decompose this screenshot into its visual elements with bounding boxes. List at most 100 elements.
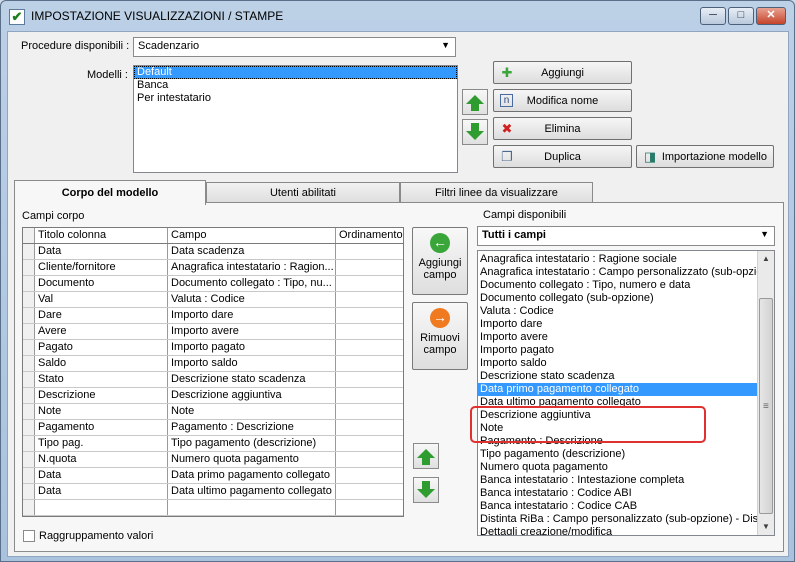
table-row[interactable]: [23, 500, 403, 516]
list-item[interactable]: Banca intestatario : Codice ABI: [478, 487, 774, 500]
list-item[interactable]: Valuta : Codice: [478, 305, 774, 318]
list-item[interactable]: Descrizione stato scadenza: [478, 370, 774, 383]
table-row[interactable]: Note Note: [23, 404, 403, 420]
table-row[interactable]: Documento Documento collegato : Tipo, nu.…: [23, 276, 403, 292]
duplica-button[interactable]: ❐ Duplica: [493, 145, 632, 168]
table-row[interactable]: Pagamento Pagamento : Descrizione: [23, 420, 403, 436]
cell-titolo[interactable]: N.quota: [35, 452, 168, 467]
modelli-item[interactable]: Per intestatario: [134, 92, 457, 105]
list-item[interactable]: Documento collegato (sub-opzione): [478, 292, 774, 305]
column-header-titolo[interactable]: Titolo colonna: [35, 228, 168, 243]
campi-corpo-grid[interactable]: Titolo colonna Campo Ordinamento Data Dat…: [22, 227, 404, 517]
scroll-up-icon[interactable]: ▲: [758, 251, 774, 267]
row-selector[interactable]: [23, 244, 35, 259]
title-bar[interactable]: ✔ IMPOSTAZIONE VISUALIZZAZIONI / STAMPE …: [1, 1, 794, 31]
cell-ordinamento[interactable]: [336, 500, 403, 515]
list-item[interactable]: Documento collegato : Tipo, numero e dat…: [478, 279, 774, 292]
cell-titolo[interactable]: Note: [35, 404, 168, 419]
cell-titolo[interactable]: Data: [35, 484, 168, 499]
cell-titolo[interactable]: Avere: [35, 324, 168, 339]
tab-corpo-del-modello[interactable]: Corpo del modello: [14, 180, 206, 205]
campi-disponibili-list[interactable]: Anagrafica intestatario : Ragione social…: [477, 250, 775, 536]
row-selector[interactable]: [23, 452, 35, 467]
cell-campo[interactable]: Data primo pagamento collegato: [168, 468, 336, 483]
list-item[interactable]: Importo pagato: [478, 344, 774, 357]
row-selector[interactable]: [23, 484, 35, 499]
cell-ordinamento[interactable]: [336, 372, 403, 387]
table-row[interactable]: Saldo Importo saldo: [23, 356, 403, 372]
row-selector[interactable]: [23, 404, 35, 419]
row-selector[interactable]: [23, 500, 35, 515]
cell-campo[interactable]: Data ultimo pagamento collegato: [168, 484, 336, 499]
cell-campo[interactable]: Numero quota pagamento: [168, 452, 336, 467]
modelli-list[interactable]: Default Banca Per intestatario: [133, 65, 458, 173]
table-row[interactable]: Data Data ultimo pagamento collegato: [23, 484, 403, 500]
column-header-ordinamento[interactable]: Ordinamento: [336, 228, 403, 243]
cell-titolo[interactable]: Saldo: [35, 356, 168, 371]
cell-titolo[interactable]: Val: [35, 292, 168, 307]
cell-ordinamento[interactable]: [336, 388, 403, 403]
table-row[interactable]: Dare Importo dare: [23, 308, 403, 324]
list-item[interactable]: Tipo pagamento (descrizione): [478, 448, 774, 461]
cell-campo[interactable]: Tipo pagamento (descrizione): [168, 436, 336, 451]
row-selector[interactable]: [23, 308, 35, 323]
cell-titolo[interactable]: Data: [35, 468, 168, 483]
list-item[interactable]: Descrizione aggiuntiva: [478, 409, 774, 422]
row-selector[interactable]: [23, 356, 35, 371]
cell-ordinamento[interactable]: [336, 276, 403, 291]
cell-campo[interactable]: Anagrafica intestatario : Ragion...: [168, 260, 336, 275]
tab-filtri-linee[interactable]: Filtri linee da visualizzare: [400, 182, 593, 204]
cell-titolo[interactable]: Documento: [35, 276, 168, 291]
cell-campo[interactable]: Importo dare: [168, 308, 336, 323]
cell-titolo[interactable]: Stato: [35, 372, 168, 387]
table-row[interactable]: Pagato Importo pagato: [23, 340, 403, 356]
importazione-modello-button[interactable]: ◨ Importazione modello: [636, 145, 774, 168]
raggruppamento-checkbox[interactable]: [23, 530, 35, 542]
minimize-button[interactable]: ─: [700, 7, 726, 25]
table-row[interactable]: Stato Descrizione stato scadenza: [23, 372, 403, 388]
cell-campo[interactable]: Note: [168, 404, 336, 419]
cell-titolo[interactable]: Tipo pag.: [35, 436, 168, 451]
procedure-select[interactable]: Scadenzario ▼: [133, 37, 456, 57]
cell-ordinamento[interactable]: [336, 436, 403, 451]
cell-campo[interactable]: Descrizione stato scadenza: [168, 372, 336, 387]
cell-campo[interactable]: Documento collegato : Tipo, nu...: [168, 276, 336, 291]
list-item[interactable]: Numero quota pagamento: [478, 461, 774, 474]
list-item[interactable]: Banca intestatario : Codice CAB: [478, 500, 774, 513]
scroll-thumb[interactable]: ≡: [759, 298, 773, 514]
elimina-button[interactable]: ✖ Elimina: [493, 117, 632, 140]
row-selector[interactable]: [23, 340, 35, 355]
cell-titolo[interactable]: [35, 500, 168, 515]
list-item[interactable]: Dettagli creazione/modifica: [478, 526, 774, 535]
cell-campo[interactable]: Importo saldo: [168, 356, 336, 371]
row-selector[interactable]: [23, 276, 35, 291]
row-selector[interactable]: [23, 324, 35, 339]
row-selector[interactable]: [23, 468, 35, 483]
row-selector[interactable]: [23, 260, 35, 275]
table-row[interactable]: Cliente/fornitore Anagrafica intestatario…: [23, 260, 403, 276]
list-item[interactable]: Pagamento : Descrizione: [478, 435, 774, 448]
cell-campo[interactable]: Valuta : Codice: [168, 292, 336, 307]
cell-titolo[interactable]: Descrizione: [35, 388, 168, 403]
list-item[interactable]: Importo dare: [478, 318, 774, 331]
list-item[interactable]: Note: [478, 422, 774, 435]
list-item[interactable]: Data ultimo pagamento collegato: [478, 396, 774, 409]
cell-ordinamento[interactable]: [336, 420, 403, 435]
move-model-up-button[interactable]: [462, 89, 488, 115]
list-item[interactable]: Anagrafica intestatario : Ragione social…: [478, 253, 774, 266]
cell-campo[interactable]: Descrizione aggiuntiva: [168, 388, 336, 403]
modelli-item[interactable]: Default: [134, 66, 457, 79]
cell-ordinamento[interactable]: [336, 308, 403, 323]
cell-titolo[interactable]: Dare: [35, 308, 168, 323]
table-row[interactable]: Data Data primo pagamento collegato: [23, 468, 403, 484]
cell-ordinamento[interactable]: [336, 404, 403, 419]
list-item[interactable]: Distinta RiBa : Campo personalizzato (su…: [478, 513, 774, 526]
cell-ordinamento[interactable]: [336, 292, 403, 307]
cell-ordinamento[interactable]: [336, 468, 403, 483]
move-field-down-button[interactable]: [413, 477, 439, 503]
modifica-nome-button[interactable]: n Modifica nome: [493, 89, 632, 112]
aggiungi-campo-button[interactable]: ← Aggiungi campo: [412, 227, 468, 295]
cell-titolo[interactable]: Pagato: [35, 340, 168, 355]
row-selector[interactable]: [23, 292, 35, 307]
list-item[interactable]: Anagrafica intestatario : Campo personal…: [478, 266, 774, 279]
